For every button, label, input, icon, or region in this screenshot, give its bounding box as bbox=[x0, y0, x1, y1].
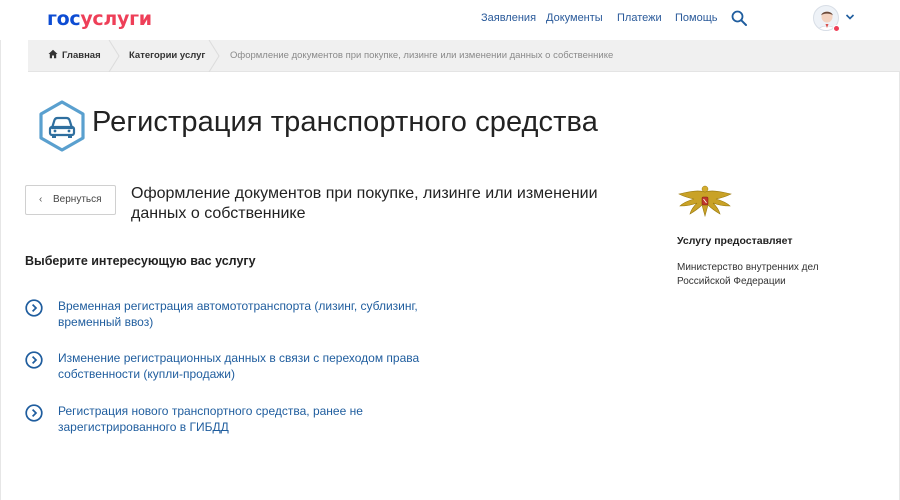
page-title: Регистрация транспортного средства bbox=[92, 106, 598, 138]
breadcrumb-home-label: Главная bbox=[62, 50, 101, 61]
breadcrumb-separator bbox=[208, 40, 220, 72]
service-option-label[interactable]: Регистрация нового транспортного средств… bbox=[58, 403, 478, 435]
service-title: Оформление документов при покупке, лизин… bbox=[131, 185, 598, 222]
chevron-down-icon[interactable] bbox=[845, 13, 855, 21]
home-icon bbox=[48, 49, 58, 59]
service-option-label[interactable]: Изменение регистрационных данных в связи… bbox=[58, 350, 478, 382]
gosuslugi-logo[interactable]: госуслуги bbox=[47, 8, 152, 30]
logo-part-gos: гос bbox=[47, 8, 81, 30]
nav-item-applications[interactable]: Заявления bbox=[481, 12, 536, 24]
provider-label: Услугу предоставляет bbox=[677, 235, 793, 247]
breadcrumb-separator bbox=[108, 40, 120, 72]
section-heading: Выберите интересующую вас услугу bbox=[25, 254, 256, 268]
nav-item-help[interactable]: Помощь bbox=[675, 12, 718, 24]
chevron-circle-icon bbox=[25, 351, 43, 369]
top-header: госуслуги Заявления Документы Платежи По… bbox=[0, 0, 900, 40]
provider-name[interactable]: Министерство внутренних дел Российской Ф… bbox=[677, 261, 847, 289]
back-button[interactable]: ‹ Вернуться bbox=[25, 185, 116, 215]
breadcrumb-categories[interactable]: Категории услуг bbox=[129, 40, 205, 72]
service-option-label[interactable]: Временная регистрация автомототранспорта… bbox=[58, 298, 478, 330]
notification-dot bbox=[833, 25, 840, 32]
logo-part-uslugi: услуги bbox=[80, 8, 152, 30]
nav-item-payments[interactable]: Платежи bbox=[617, 12, 662, 24]
search-icon[interactable] bbox=[731, 10, 747, 26]
chevron-circle-icon bbox=[25, 299, 43, 317]
breadcrumb: Главная Категории услуг Оформление докум… bbox=[28, 40, 900, 72]
chevron-left-icon: ‹ bbox=[39, 194, 43, 205]
nav-item-documents[interactable]: Документы bbox=[546, 12, 603, 24]
breadcrumb-current: Оформление документов при покупке, лизин… bbox=[230, 50, 614, 61]
car-icon bbox=[39, 100, 85, 152]
breadcrumb-home[interactable]: Главная bbox=[48, 40, 101, 72]
back-button-label: Вернуться bbox=[53, 194, 102, 205]
chevron-circle-icon bbox=[25, 404, 43, 422]
coat-of-arms-icon bbox=[678, 185, 732, 218]
